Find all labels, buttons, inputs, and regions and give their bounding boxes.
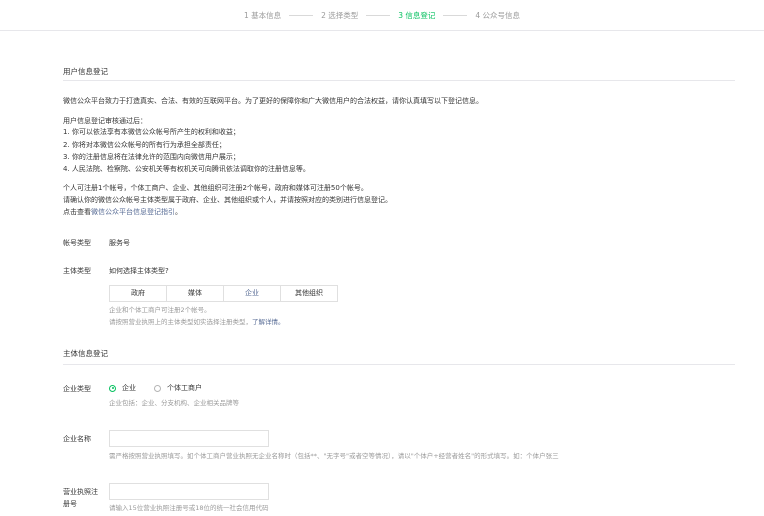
user-section-title: 用户信息登记 (63, 67, 108, 76)
subject-type-hint-2: 请按照营业执照上的主体类型如实选择注册类型，了解详情。 (109, 317, 285, 327)
subject-type-hint-text: 请按照营业执照上的主体类型如实选择注册类型， (109, 318, 252, 326)
guide-link[interactable]: 微信公众平台信息登记指引 (91, 208, 175, 216)
enterprise-type-hint: 企业包括：企业、分支机构、企业相关品牌等 (109, 399, 239, 407)
radio-label: 企业 (122, 384, 136, 392)
subject-type-selector: 政府 媒体 企业 其他组织 (109, 285, 338, 302)
limit-text: 个人可注册1个帐号，个体工商户、企业、其他组织可注册2个帐号，政府和媒体可注册5… (63, 184, 368, 192)
license-number-input[interactable] (109, 483, 269, 500)
account-type-value: 服务号 (109, 239, 130, 247)
step-2: 2 选择类型 (321, 11, 359, 20)
guide-line: 点击查看微信公众平台信息登记指引。 (63, 207, 182, 217)
enterprise-name-input[interactable] (109, 430, 269, 447)
subject-type-hint: 企业和个体工商户可注册2个帐号。 (109, 306, 211, 314)
step-3: 3 信息登记 (398, 11, 436, 20)
learn-more-link[interactable]: 了解详情。 (252, 318, 285, 326)
step-separator (443, 15, 468, 16)
audit-item: 3. 你的注册信息将在法律允许的范围内向微信用户展示； (63, 153, 240, 161)
step-1: 1 基本信息 (243, 11, 282, 20)
subject-option-media[interactable]: 媒体 (167, 286, 224, 301)
step-indicator: 1 基本信息 2 选择类型 3 信息登记 4 公众号信息 (0, 10, 764, 21)
step-4: 4 公众号信息 (475, 11, 521, 20)
enterprise-type-label: 企业类型 (63, 385, 91, 393)
audit-title: 用户信息登记审核通过后： (63, 117, 147, 125)
account-type-label: 帐号类型 (63, 239, 91, 247)
section-divider (63, 364, 735, 365)
radio-option-individual-business[interactable]: 个体工商户 (154, 383, 202, 393)
license-number-hint: 请输入15位营业执照注册号或18位的统一社会信用代码 (109, 504, 269, 512)
enterprise-type-radio-group: 企业 个体工商户 (109, 383, 220, 393)
audit-item: 1. 你可以依法享有本微信公众帐号所产生的权利和收益； (63, 128, 240, 136)
steps-bar: 1 基本信息 2 选择类型 3 信息登记 4 公众号信息 (0, 0, 764, 31)
subject-type-label: 主体类型 (63, 267, 91, 275)
radio-selected-icon[interactable] (109, 384, 116, 392)
step-separator (366, 15, 391, 16)
guide-prefix: 点击查看 (63, 208, 91, 216)
subject-section-title: 主体信息登记 (63, 349, 108, 358)
audit-item: 4. 人民法院、检察院、公安机关等有权机关可向腾讯依法调取你的注册信息等。 (63, 165, 310, 173)
audit-item: 2. 你将对本微信公众帐号的所有行为承担全部责任； (63, 141, 226, 149)
subject-option-enterprise[interactable]: 企业 (224, 286, 281, 301)
radio-label: 个体工商户 (167, 384, 202, 392)
step-separator (289, 15, 314, 16)
subject-option-other-org[interactable]: 其他组织 (281, 286, 337, 301)
radio-option-enterprise[interactable]: 企业 (109, 383, 136, 393)
radio-unselected-icon[interactable] (154, 384, 161, 392)
enterprise-name-hint: 需严格按照营业执照填写。如个体工商户营业执照无企业名称时（包括**、"无字号"或… (109, 452, 559, 460)
subject-option-government[interactable]: 政府 (110, 286, 167, 301)
enterprise-name-label: 企业名称 (63, 435, 91, 443)
license-number-label: 营业执照注 (63, 488, 98, 496)
guide-suffix: 。 (175, 208, 182, 216)
section-divider (63, 80, 735, 81)
confirm-text: 请确认你的微信公众帐号主体类型属于政府、企业、其他组织或个人，并请按照对应的类别… (63, 196, 392, 204)
subject-type-help-link[interactable]: 如何选择主体类型? (109, 266, 169, 276)
intro-text: 微信公众平台致力于打造真实、合法、有效的互联网平台。为了更好的保障你和广大微信用… (63, 97, 483, 105)
license-number-label-2: 册号 (63, 500, 77, 508)
